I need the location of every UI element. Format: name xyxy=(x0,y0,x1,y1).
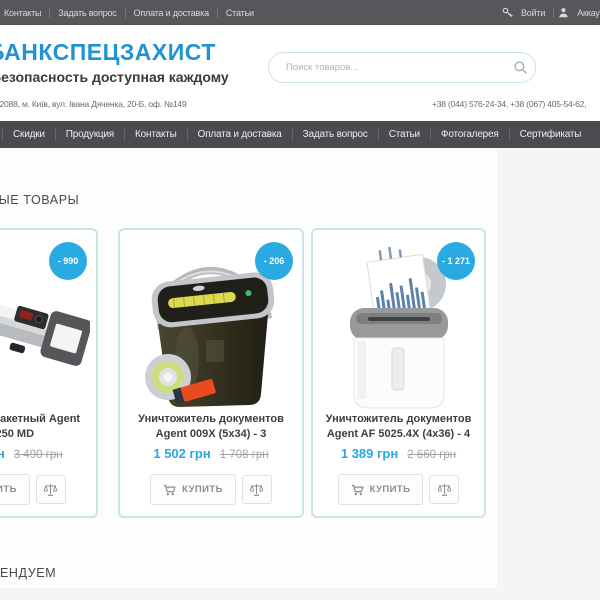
compare-button[interactable] xyxy=(241,475,272,504)
discount-badge: - 206 xyxy=(255,242,293,280)
login-link[interactable]: Войти xyxy=(517,8,549,18)
popular-products-title: ПОПУЛЯРНЫЕ ТОВАРЫ xyxy=(0,193,80,207)
page: Контакты Задать вопрос Оплата и доставка… xyxy=(0,0,600,600)
site-header: БАНКСПЕЦЗАХИСТ Безопасность доступная ка… xyxy=(0,25,600,121)
compare-button[interactable] xyxy=(429,475,460,504)
discount-badge: - 990 xyxy=(49,242,87,280)
nav-item-gallery[interactable]: Фотогалерея xyxy=(431,129,509,140)
buy-button[interactable]: КУПИТЬ xyxy=(150,474,236,505)
top-bar-account-area: Войти Аккаунт xyxy=(502,0,600,25)
nav-item-contacts[interactable]: Контакты xyxy=(125,129,187,140)
topbar-link-contacts[interactable]: Контакты xyxy=(0,8,49,18)
nav-item-certificates[interactable]: Сертификаты xyxy=(510,129,592,140)
account-link[interactable]: Аккаунт xyxy=(573,8,600,18)
cart-icon xyxy=(351,484,364,496)
site-logo[interactable]: БАНКСПЕЦЗАХИСТ xyxy=(0,39,216,66)
company-address: 02088, м. Київ, вул. Івана Дяченка, 20-Б… xyxy=(0,99,187,109)
search-box xyxy=(268,52,536,83)
product-card[interactable]: Уничтожитель документов Agent AF 5025.4X… xyxy=(311,228,486,518)
buy-button[interactable]: КУПИТЬ xyxy=(0,474,30,505)
product-price-row: 1 389 грн 2 660 грн xyxy=(313,446,484,461)
product-actions: КУПИТЬ xyxy=(0,474,96,505)
product-actions: КУПИТЬ xyxy=(120,474,302,505)
top-bar: Контакты Задать вопрос Оплата и доставка… xyxy=(0,0,600,25)
nav-item-payment[interactable]: Оплата и доставка xyxy=(188,129,292,140)
price-new: 1 502 грн xyxy=(153,446,211,461)
product-card[interactable]: Уничтожитель документов Agent 009X (5x34… xyxy=(118,228,304,518)
discount-badge: - 1 271 xyxy=(437,242,475,280)
buy-button-label: КУПИТЬ xyxy=(182,484,223,495)
product-price-row: 1 502 грн 1 708 грн xyxy=(120,446,302,461)
recommended-title: РЕКОМЕНДУЕМ xyxy=(0,566,57,580)
divider xyxy=(553,7,555,18)
compare-button[interactable] xyxy=(35,475,66,504)
product-price-row: 2 500 грн 3 490 грн xyxy=(0,446,96,461)
scales-icon xyxy=(43,483,58,497)
topbar-link-articles[interactable]: Статьи xyxy=(218,8,262,18)
scales-icon xyxy=(249,483,264,497)
top-bar-links: Контакты Задать вопрос Оплата и доставка… xyxy=(0,0,262,25)
topbar-link-payment[interactable]: Оплата и доставка xyxy=(126,8,217,18)
buy-button[interactable]: КУПИТЬ xyxy=(337,474,424,505)
cart-icon xyxy=(163,484,176,496)
product-title: Уничтожитель документов Agent AF 5025.4X… xyxy=(325,413,472,441)
search-icon[interactable] xyxy=(505,53,535,82)
main-nav: Скидки Продукция Контакты Оплата и доста… xyxy=(0,121,600,148)
nav-item-articles[interactable]: Статьи xyxy=(379,129,430,140)
price-old: 2 660 грн xyxy=(407,449,457,461)
product-actions: КУПИТЬ xyxy=(313,474,484,505)
buy-button-label: КУПИТЬ xyxy=(369,484,411,495)
nav-item-discounts[interactable]: Скидки xyxy=(3,129,55,140)
buy-button-label: КУПИТЬ xyxy=(0,484,17,495)
main-nav-row: Скидки Продукция Контакты Оплата и доста… xyxy=(2,121,591,148)
topbar-link-ask[interactable]: Задать вопрос xyxy=(50,8,124,18)
nav-item-products[interactable]: Продукция xyxy=(56,129,124,140)
key-icon xyxy=(502,7,513,18)
product-card[interactable]: Ламинатор пакетный Agent LM-250 MD 2 500… xyxy=(0,228,98,518)
nav-item-ask[interactable]: Задать вопрос xyxy=(293,129,378,140)
person-icon xyxy=(558,7,569,18)
product-title: Ламинатор пакетный Agent LM-250 MD xyxy=(0,413,81,441)
price-old: 3 490 грн xyxy=(13,449,63,461)
price-old: 1 708 грн xyxy=(219,449,269,461)
search-input[interactable] xyxy=(284,61,505,74)
product-title: Уничтожитель документов Agent 009X (5x34… xyxy=(138,413,284,441)
company-phones: +38 (044) 576-24-34, +38 (067) 405-54-62… xyxy=(432,99,587,109)
price-new: 2 500 грн xyxy=(0,446,5,461)
price-new: 1 389 грн xyxy=(340,446,399,461)
site-tagline: Безопасность доступная каждому xyxy=(0,69,229,85)
scales-icon xyxy=(437,483,452,497)
